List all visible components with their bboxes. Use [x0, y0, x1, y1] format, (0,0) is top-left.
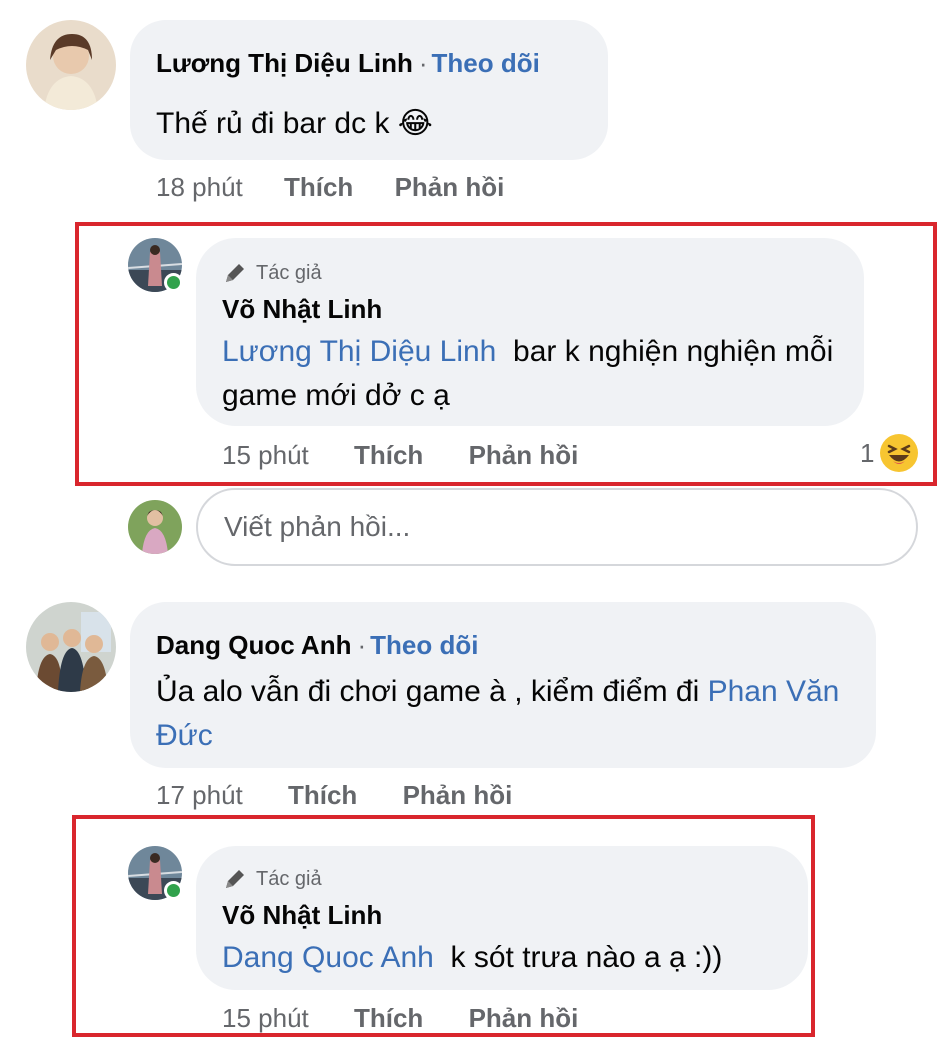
- reply-input-placeholder: Viết phản hồi...: [224, 511, 411, 542]
- reply-button[interactable]: Phản hồi: [403, 780, 513, 810]
- comment-text: Ủa alo vẫn đi chơi game à , kiểm điểm đi…: [156, 670, 856, 758]
- reply-actions: 15 phút Thích Phản hồi: [222, 1003, 578, 1034]
- avatar[interactable]: [26, 602, 116, 692]
- author-tag: Tác giả: [222, 866, 322, 892]
- reply-bubble: Tác giả Võ Nhật Linh Lương Thị Diệu Linh…: [196, 238, 864, 426]
- author-tag: Tác giả: [222, 260, 322, 286]
- pen-icon: [226, 264, 244, 282]
- separator-dot: ·: [418, 48, 428, 78]
- reply-text-body: k sót trưa nào a ạ :)): [433, 941, 723, 974]
- reply-button[interactable]: Phản hồi: [469, 440, 579, 470]
- online-status-dot: [164, 273, 183, 292]
- reply-button[interactable]: Phản hồi: [469, 1003, 579, 1033]
- comment-text: Thế rủ đi bar dc k: [156, 107, 390, 140]
- avatar[interactable]: [128, 500, 182, 554]
- like-button[interactable]: Thích: [284, 172, 353, 202]
- comment-time[interactable]: 18 phút: [156, 172, 243, 202]
- reply-time[interactable]: 15 phút: [222, 1003, 309, 1033]
- author-tag-label: Tác giả: [256, 867, 322, 890]
- avatar-photo: [26, 602, 116, 692]
- follow-link[interactable]: Theo dõi: [432, 48, 540, 79]
- separator-dot: ·: [357, 630, 367, 660]
- reply-time[interactable]: 15 phút: [222, 440, 309, 470]
- like-button[interactable]: Thích: [288, 780, 357, 810]
- mention-link[interactable]: Lương Thị Diệu Linh: [222, 335, 496, 368]
- reaction-summary[interactable]: 1: [860, 434, 919, 472]
- reply-button[interactable]: Phản hồi: [395, 172, 505, 202]
- reply-text: Lương Thị Diệu Linh bar k nghiện nghiện …: [222, 330, 842, 418]
- avatar-photo: [26, 20, 116, 110]
- mention-link[interactable]: Dang Quoc Anh: [222, 941, 434, 974]
- like-button[interactable]: Thích: [354, 440, 423, 470]
- follow-link[interactable]: Theo dõi: [370, 630, 478, 661]
- comment-actions: 18 phút Thích Phản hồi: [156, 172, 504, 203]
- comment-text-line: Thế rủ đi bar dc k 😂: [156, 102, 433, 146]
- author-tag-label: Tác giả: [256, 261, 322, 284]
- comment-bubble: Lương Thị Diệu Linh · Theo dõi Thế rủ đi…: [130, 20, 608, 160]
- reply-bubble: Tác giả Võ Nhật Linh Dang Quoc Anh k sót…: [196, 846, 808, 990]
- reply-author[interactable]: Võ Nhật Linh: [222, 294, 382, 325]
- comment-author[interactable]: Lương Thị Diệu Linh: [156, 48, 413, 79]
- comment-actions: 17 phút Thích Phản hồi: [156, 780, 512, 811]
- reply-input[interactable]: Viết phản hồi...: [196, 488, 918, 566]
- reaction-count: 1: [860, 437, 875, 468]
- laughing-tears-emoji: 😂: [397, 107, 433, 140]
- reply-text: Dang Quoc Anh k sót trưa nào a ạ :)): [222, 936, 722, 980]
- comment-time[interactable]: 17 phút: [156, 780, 243, 810]
- online-status-dot: [164, 881, 183, 900]
- laughing-squint-emoji: [880, 434, 919, 472]
- comment-bubble: Dang Quoc Anh · Theo dõi Ủa alo vẫn đi c…: [130, 602, 876, 768]
- comment-author[interactable]: Dang Quoc Anh: [156, 630, 351, 661]
- reply-actions: 15 phút Thích Phản hồi: [222, 440, 578, 471]
- reply-author[interactable]: Võ Nhật Linh: [222, 900, 382, 931]
- avatar-photo: [128, 500, 182, 554]
- like-button[interactable]: Thích: [354, 1003, 423, 1033]
- avatar[interactable]: [26, 20, 116, 110]
- comment-text-body: Ủa alo vẫn đi chơi game à , kiểm điểm đi: [156, 675, 708, 708]
- pen-icon: [226, 870, 244, 888]
